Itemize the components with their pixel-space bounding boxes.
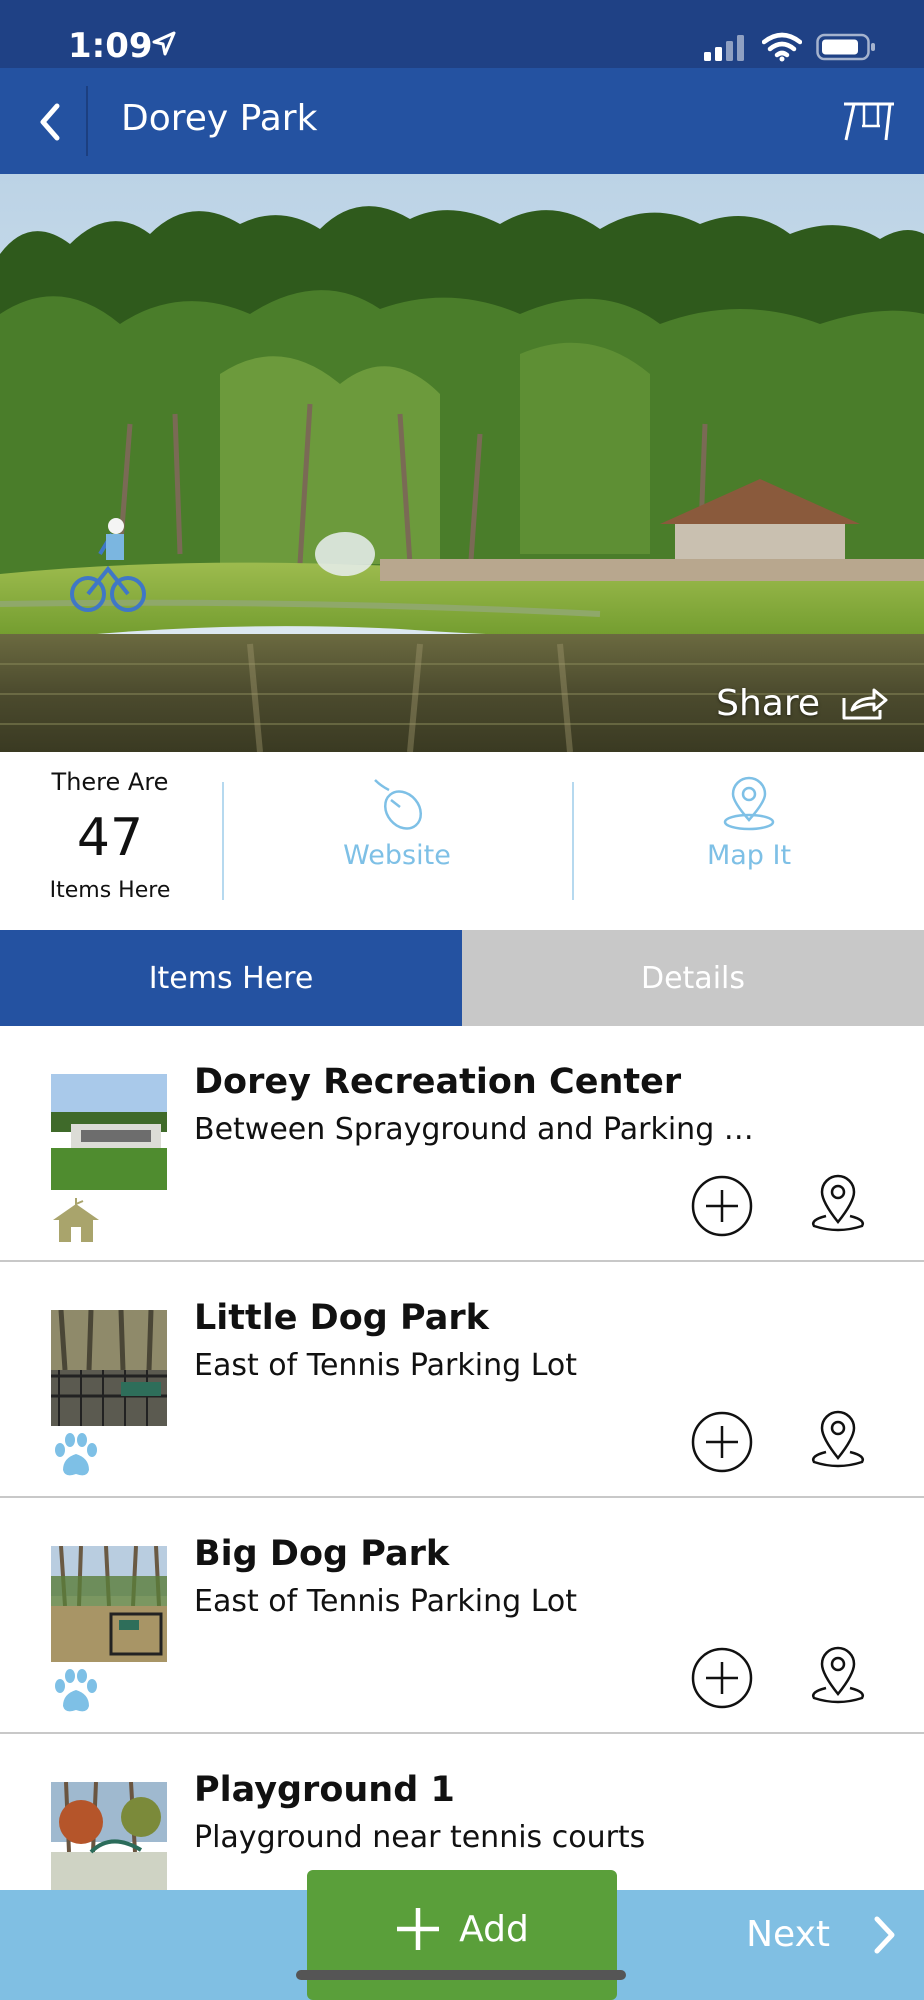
location-arrow-icon bbox=[152, 31, 176, 56]
swing-set-icon[interactable] bbox=[840, 96, 896, 146]
wifi-icon bbox=[762, 32, 802, 62]
share-button[interactable]: Share bbox=[716, 683, 890, 724]
next-label: Next bbox=[746, 1914, 830, 1955]
status-indicators bbox=[704, 32, 876, 62]
paw-icon bbox=[55, 1669, 97, 1712]
home-icon bbox=[53, 1198, 99, 1242]
item-title: Dorey Recreation Center bbox=[194, 1062, 682, 1102]
nav-bar: Dorey Park bbox=[0, 68, 924, 174]
share-label: Share bbox=[716, 683, 820, 724]
add-label: Add bbox=[459, 1908, 529, 1950]
map-pin-icon bbox=[723, 776, 775, 831]
share-icon bbox=[842, 688, 888, 719]
info-divider bbox=[572, 782, 574, 900]
tab-items-here[interactable]: Items Here bbox=[0, 930, 462, 1026]
count-caption-top: There Are bbox=[51, 768, 169, 796]
website-button[interactable]: Website bbox=[260, 776, 534, 906]
back-button[interactable] bbox=[24, 96, 76, 148]
info-row: There Are 47 Items Here Website Map It bbox=[0, 752, 924, 930]
nav-divider bbox=[86, 86, 88, 156]
item-subtitle: East of Tennis Parking Lot bbox=[194, 1348, 577, 1383]
add-circle-icon[interactable] bbox=[690, 1174, 754, 1238]
map-pin-icon[interactable] bbox=[806, 1408, 870, 1472]
item-thumbnail bbox=[51, 1310, 167, 1426]
count-caption-bottom: Items Here bbox=[49, 878, 171, 903]
item-subtitle: Playground near tennis courts bbox=[194, 1820, 646, 1855]
plus-icon bbox=[397, 1908, 440, 1950]
chevron-right-icon bbox=[874, 1916, 895, 1953]
tab-details[interactable]: Details bbox=[462, 930, 924, 1026]
item-subtitle: East of Tennis Parking Lot bbox=[194, 1584, 577, 1619]
park-scene-image bbox=[0, 174, 924, 752]
computer-mouse-icon bbox=[374, 779, 423, 830]
map-pin-icon[interactable] bbox=[806, 1172, 870, 1236]
map-it-button[interactable]: Map It bbox=[612, 776, 886, 906]
list-item[interactable]: Big Dog Park East of Tennis Parking Lot bbox=[0, 1498, 924, 1734]
cellular-signal-icon bbox=[704, 35, 744, 61]
add-circle-icon[interactable] bbox=[690, 1410, 754, 1474]
home-indicator bbox=[296, 1970, 626, 1980]
list-item[interactable]: Playground 1 Playground near tennis cour… bbox=[0, 1734, 924, 1890]
status-bar: 1:09 bbox=[0, 0, 924, 68]
item-thumbnail bbox=[51, 1782, 167, 1890]
item-count: 47 bbox=[76, 808, 144, 868]
item-count-block: There Are 47 Items Here bbox=[0, 752, 220, 930]
add-button[interactable]: Add bbox=[307, 1870, 617, 2000]
item-title: Big Dog Park bbox=[194, 1534, 450, 1574]
item-title: Playground 1 bbox=[194, 1770, 455, 1810]
items-list: Dorey Recreation Center Between Spraygro… bbox=[0, 1026, 924, 1890]
item-subtitle: Between Sprayground and Parking L... bbox=[194, 1112, 754, 1147]
battery-icon bbox=[816, 33, 875, 61]
list-item[interactable]: Little Dog Park East of Tennis Parking L… bbox=[0, 1262, 924, 1498]
list-item[interactable]: Dorey Recreation Center Between Spraygro… bbox=[0, 1026, 924, 1262]
add-circle-icon[interactable] bbox=[690, 1646, 754, 1710]
next-button[interactable]: Next bbox=[746, 1914, 898, 1955]
info-divider bbox=[222, 782, 224, 900]
map-it-label: Map It bbox=[706, 840, 792, 871]
park-photo: Share bbox=[0, 174, 924, 752]
website-label: Website bbox=[343, 840, 451, 871]
status-time: 1:09 bbox=[68, 26, 153, 66]
item-title: Little Dog Park bbox=[194, 1298, 489, 1338]
item-thumbnail bbox=[51, 1074, 167, 1190]
map-pin-icon[interactable] bbox=[806, 1644, 870, 1708]
page-title: Dorey Park bbox=[121, 98, 318, 139]
paw-icon bbox=[55, 1433, 97, 1476]
chevron-left-icon bbox=[40, 103, 60, 141]
item-thumbnail bbox=[51, 1546, 167, 1662]
tab-bar: Items Here Details bbox=[0, 930, 924, 1026]
